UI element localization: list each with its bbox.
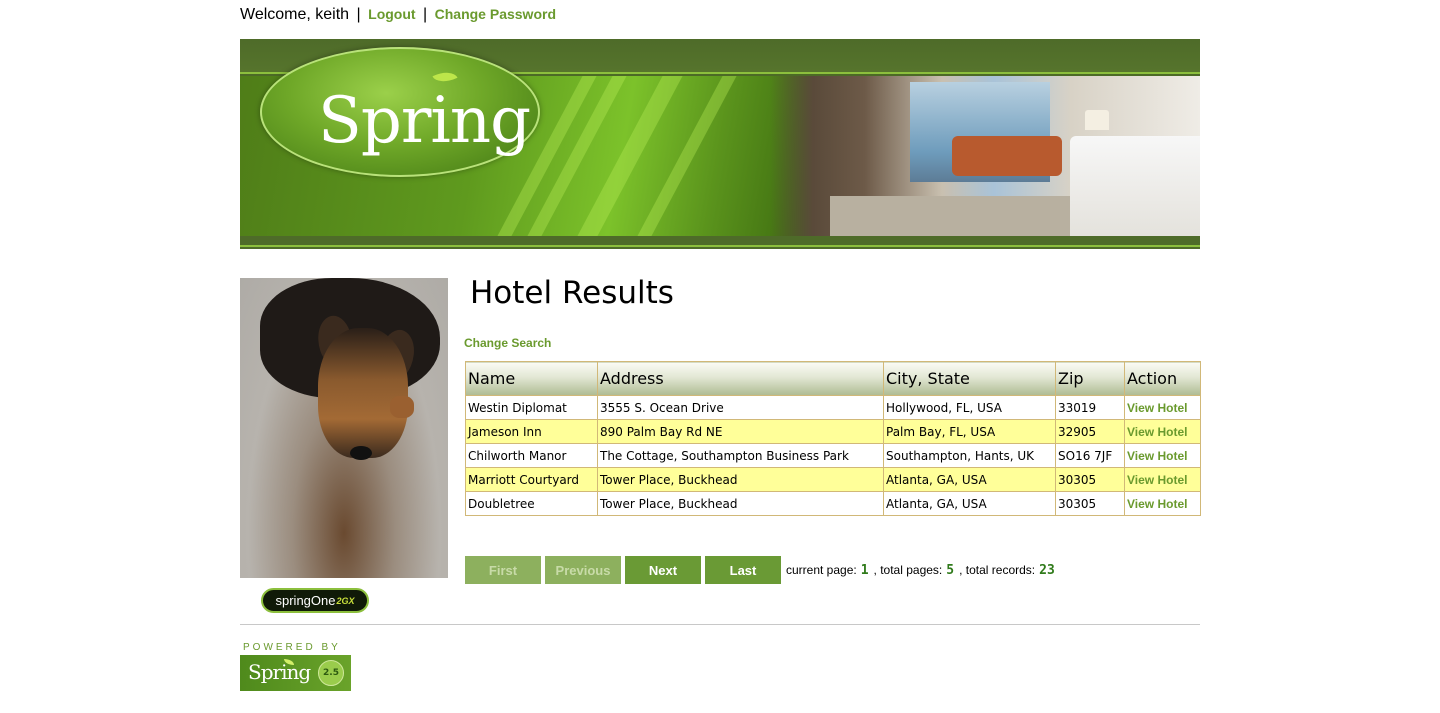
last-page-button[interactable]: Last bbox=[705, 556, 781, 584]
current-page-value: 1 bbox=[860, 562, 869, 578]
view-hotel-link[interactable]: View Hotel bbox=[1127, 473, 1187, 487]
column-header-city-state: City, State bbox=[883, 361, 1056, 396]
current-page-label: current page: bbox=[786, 563, 857, 577]
hotel-results-table: Name Address City, State Zip Action West… bbox=[465, 361, 1201, 516]
springone-badge[interactable]: springOne 2GX bbox=[261, 588, 369, 613]
badge-text: Spring bbox=[248, 660, 311, 684]
total-records-value: 23 bbox=[1039, 562, 1055, 578]
header-banner: Spring bbox=[240, 39, 1200, 249]
spring-powered-badge[interactable]: Spring 2.5 bbox=[240, 655, 351, 691]
footer-divider bbox=[240, 624, 1200, 625]
separator: | bbox=[423, 6, 428, 23]
hotel-city: Atlanta, GA, USA bbox=[883, 491, 1056, 516]
table-row: Westin Diplomat 3555 S. Ocean Drive Holl… bbox=[465, 395, 1201, 420]
logo-text: Spring bbox=[318, 84, 531, 158]
hotel-room-image bbox=[770, 76, 1200, 236]
change-search-link[interactable]: Change Search bbox=[464, 336, 551, 350]
spring-logo: Spring bbox=[260, 47, 540, 177]
logout-link[interactable]: Logout bbox=[368, 6, 415, 22]
springone-year: 2GX bbox=[336, 595, 355, 606]
hotel-name: Marriott Courtyard bbox=[465, 467, 598, 492]
hotel-zip: 30305 bbox=[1055, 491, 1125, 516]
version-icon: 2.5 bbox=[318, 660, 344, 686]
user-photo bbox=[240, 278, 448, 578]
separator: | bbox=[356, 6, 361, 23]
hotel-city: Palm Bay, FL, USA bbox=[883, 419, 1056, 444]
powered-by-text: POWERED BY bbox=[243, 642, 341, 653]
column-header-zip: Zip bbox=[1055, 361, 1125, 396]
column-header-address: Address bbox=[597, 361, 884, 396]
hotel-zip: 32905 bbox=[1055, 419, 1125, 444]
hotel-city: Hollywood, FL, USA bbox=[883, 395, 1056, 420]
hotel-zip: 30305 bbox=[1055, 467, 1125, 492]
welcome-text: Welcome, keith bbox=[240, 6, 350, 23]
hotel-zip: 33019 bbox=[1055, 395, 1125, 420]
hotel-city: Atlanta, GA, USA bbox=[883, 467, 1056, 492]
hotel-address: 890 Palm Bay Rd NE bbox=[597, 419, 884, 444]
table-row: Jameson Inn 890 Palm Bay Rd NE Palm Bay,… bbox=[465, 419, 1201, 444]
springone-text: springOne bbox=[275, 593, 336, 608]
table-row: Chilworth Manor The Cottage, Southampton… bbox=[465, 443, 1201, 468]
hotel-city: Southampton, Hants, UK bbox=[883, 443, 1056, 468]
hotel-address: Tower Place, Buckhead bbox=[597, 491, 884, 516]
pagination: First Previous Next Last current page: 1… bbox=[465, 556, 1059, 584]
change-password-link[interactable]: Change Password bbox=[435, 6, 556, 22]
total-records-label: , total records: bbox=[959, 563, 1036, 577]
hotel-address: Tower Place, Buckhead bbox=[597, 467, 884, 492]
table-header-row: Name Address City, State Zip Action bbox=[465, 361, 1201, 396]
first-page-button[interactable]: First bbox=[465, 556, 541, 584]
view-hotel-link[interactable]: View Hotel bbox=[1127, 425, 1187, 439]
view-hotel-link[interactable]: View Hotel bbox=[1127, 401, 1187, 415]
hotel-address: 3555 S. Ocean Drive bbox=[597, 395, 884, 420]
previous-page-button[interactable]: Previous bbox=[545, 556, 621, 584]
column-header-action: Action bbox=[1124, 361, 1201, 396]
view-hotel-link[interactable]: View Hotel bbox=[1127, 497, 1187, 511]
total-pages-label: , total pages: bbox=[873, 563, 943, 577]
hotel-name: Doubletree bbox=[465, 491, 598, 516]
hotel-address: The Cottage, Southampton Business Park bbox=[597, 443, 884, 468]
page-title: Hotel Results bbox=[470, 275, 674, 311]
hotel-zip: SO16 7JF bbox=[1055, 443, 1125, 468]
hotel-name: Westin Diplomat bbox=[465, 395, 598, 420]
page-container: Welcome, keith | Logout | Change Passwor… bbox=[240, 0, 1201, 713]
table-row: Marriott Courtyard Tower Place, Buckhead… bbox=[465, 467, 1201, 492]
hotel-name: Jameson Inn bbox=[465, 419, 598, 444]
total-pages-value: 5 bbox=[946, 562, 955, 578]
view-hotel-link[interactable]: View Hotel bbox=[1127, 449, 1187, 463]
hotel-name: Chilworth Manor bbox=[465, 443, 598, 468]
user-bar: Welcome, keith | Logout | Change Passwor… bbox=[240, 6, 556, 24]
next-page-button[interactable]: Next bbox=[625, 556, 701, 584]
column-header-name: Name bbox=[465, 361, 598, 396]
table-row: Doubletree Tower Place, Buckhead Atlanta… bbox=[465, 491, 1201, 516]
